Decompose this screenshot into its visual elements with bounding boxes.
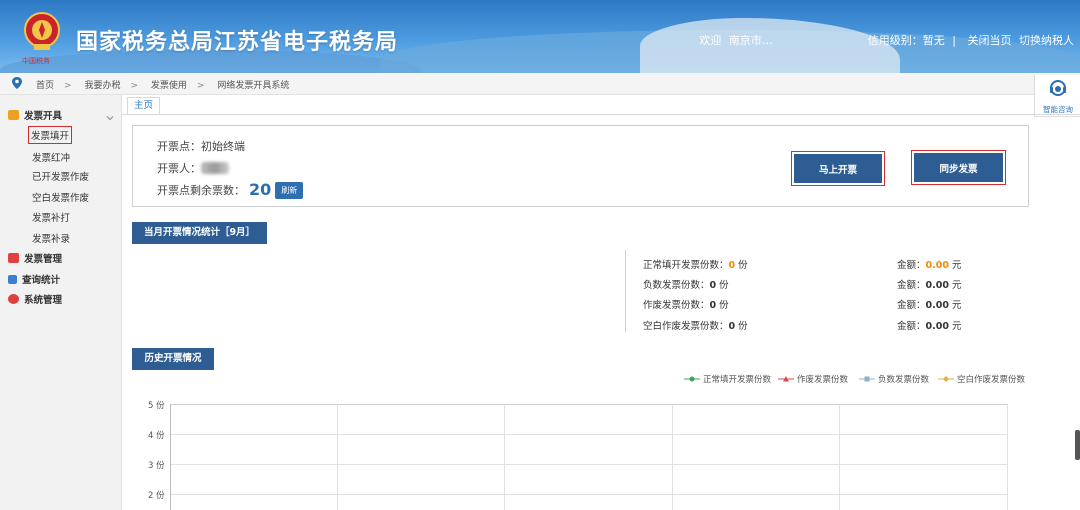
- breadcrumb-bar: 首页 > 我要办税 > 发票使用 > 网络发票开具系统: [0, 73, 1080, 95]
- breadcrumb-home[interactable]: 首页: [36, 81, 54, 91]
- sidebar-item-void-issued[interactable]: 已开发票作废: [32, 169, 89, 183]
- issue-point-panel: 开票点：初始终端 开票人： 开票点剩余票数： 20 刷新: [132, 125, 1029, 207]
- sidebar-group-invoice-manage[interactable]: 发票管理: [8, 251, 62, 265]
- stat-negative-count: 负数发票份数：0 份: [643, 280, 729, 291]
- issue-now-button[interactable]: 马上开票: [794, 154, 882, 183]
- sidebar-item-supplement[interactable]: 发票补录: [32, 231, 70, 245]
- legend-triangle-marker: [778, 376, 794, 382]
- stat-blank-void-count: 空白作废发票份数：0 份: [643, 321, 748, 332]
- edit-icon: [8, 110, 19, 120]
- issue-point-value: 初始终端: [201, 140, 245, 153]
- y-tick-label: 3 份: [148, 461, 165, 471]
- sidebar-group-query-stats[interactable]: 查询统计: [8, 272, 60, 286]
- stat-normal-amount: 金额：0.00 元: [897, 260, 962, 271]
- breadcrumb-invoice-use[interactable]: 发票使用: [151, 81, 187, 91]
- switch-taxpayer-link[interactable]: 切换纳税人: [1019, 34, 1074, 47]
- stat-normal-count: 正常填开发票份数：0 份: [643, 260, 748, 271]
- sync-highlight: 同步发票: [911, 150, 1006, 185]
- legend-void[interactable]: 作废发票份数: [778, 373, 848, 385]
- remaining-line: 开票点剩余票数： 20 刷新: [157, 180, 304, 199]
- stat-blank-void-amount: 金额：0.00 元: [897, 321, 962, 332]
- headset-icon: [1050, 80, 1066, 96]
- chevron-down-icon[interactable]: [106, 114, 114, 122]
- legend-diamond-marker: [938, 376, 954, 382]
- issuer-name-redacted: [201, 162, 229, 174]
- welcome-text: 欢迎: [699, 34, 722, 47]
- site-title: 国家税务总局江苏省电子税务局: [76, 30, 399, 55]
- sidebar-item-reprint[interactable]: 发票补打: [32, 210, 70, 224]
- site-header: 中国税务 国家税务总局江苏省电子税务局 欢迎 南京市… 信用级别：暂无 | 关闭…: [0, 0, 1080, 73]
- tab-home[interactable]: 主页: [127, 97, 160, 114]
- tax-emblem-icon: [24, 12, 60, 50]
- credit-level: 信用级别：暂无: [867, 34, 945, 47]
- breadcrumb-tax[interactable]: 我要办税: [84, 81, 120, 91]
- stat-void-amount: 金额：0.00 元: [897, 300, 962, 311]
- y-tick-label: 5 份: [148, 401, 165, 411]
- legend-circle-marker: [684, 376, 700, 382]
- history-chart: [170, 404, 1008, 510]
- breadcrumb-online-invoice: 网络发票开具系统: [217, 81, 290, 91]
- y-tick-label: 4 份: [148, 431, 165, 441]
- stat-negative-amount: 金额：0.00 元: [897, 280, 962, 291]
- sync-invoice-button[interactable]: 同步发票: [914, 153, 1003, 182]
- stat-void-count: 作废发票份数：0 份: [643, 300, 729, 311]
- emblem-caption: 中国税务: [22, 57, 50, 65]
- legend-square-marker: [859, 376, 875, 382]
- legend-blank-void[interactable]: 空白作废发票份数: [938, 373, 1025, 385]
- sidebar-item-red-reverse[interactable]: 发票红冲: [32, 150, 70, 164]
- folder-icon: [8, 253, 19, 263]
- issuer-line: 开票人：: [157, 160, 229, 176]
- smart-consult-button[interactable]: 智能咨询: [1034, 75, 1080, 117]
- breadcrumb: 首页 > 我要办税 > 发票使用 > 网络发票开具系统: [36, 81, 290, 91]
- issue-point-line: 开票点：初始终端: [157, 140, 245, 153]
- user-name: 南京市…: [728, 34, 773, 47]
- legend-normal[interactable]: 正常填开发票份数: [684, 373, 771, 385]
- monthly-stats-header: 当月开票情况统计［9月］: [132, 222, 267, 244]
- sidebar-group-invoice-issue[interactable]: 发票开具: [8, 108, 62, 122]
- close-page-link[interactable]: 关闭当页: [968, 34, 1012, 47]
- sidebar-item-void-blank[interactable]: 空白发票作废: [32, 190, 89, 204]
- location-pin-icon: [12, 77, 22, 89]
- issue-now-highlight: 马上开票: [791, 151, 885, 186]
- history-header: 历史开票情况: [132, 348, 214, 370]
- refresh-button[interactable]: 刷新: [275, 182, 304, 199]
- sidebar-group-system[interactable]: 系统管理: [8, 292, 62, 306]
- y-tick-label: 2 份: [148, 491, 165, 501]
- scrollbar-thumb[interactable]: [1075, 430, 1080, 460]
- legend-negative[interactable]: 负数发票份数: [859, 373, 929, 385]
- remaining-count: 20: [249, 180, 272, 199]
- sidebar-item-invoice-fill[interactable]: 发票填开: [28, 126, 73, 144]
- header-user-bar: 欢迎 南京市… 信用级别：暂无 | 关闭当页 切换纳税人: [699, 34, 1074, 47]
- gear-icon: [8, 294, 19, 304]
- bar-chart-icon: [8, 275, 17, 284]
